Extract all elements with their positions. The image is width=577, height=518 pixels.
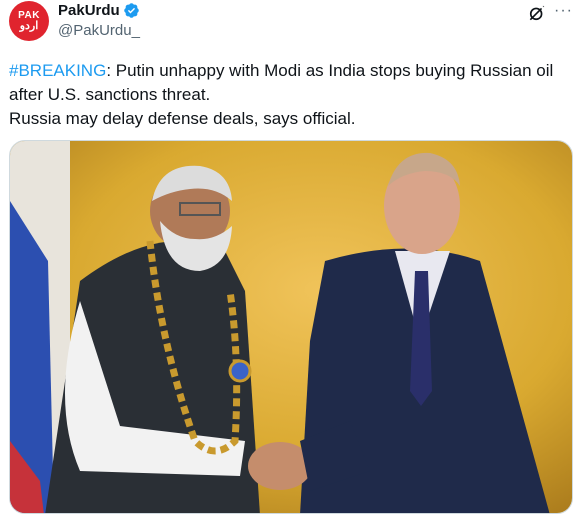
grok-icon[interactable] — [527, 3, 547, 23]
photo-illustration — [10, 141, 572, 513]
avatar-logo-urdu: اردو — [19, 19, 39, 32]
order-badge — [228, 359, 252, 383]
handle[interactable]: @PakUrdu_ — [58, 22, 140, 39]
display-name[interactable]: PakUrdu — [58, 2, 120, 19]
tweet-text: #BREAKING: Putin unhappy with Modi as In… — [9, 59, 569, 131]
author-name-row[interactable]: PakUrdu — [58, 2, 140, 19]
tweet-text-line2: Russia may delay defense deals, says off… — [9, 109, 356, 128]
tweet-photo[interactable] — [9, 140, 573, 514]
hashtag-link[interactable]: #BREAKING — [9, 61, 106, 80]
verified-badge-icon — [123, 3, 139, 18]
more-dots-icon[interactable]: ··· — [554, 3, 573, 19]
avatar-logo-text: PAK — [18, 9, 40, 21]
avatar[interactable]: PAK اردو — [9, 1, 49, 41]
